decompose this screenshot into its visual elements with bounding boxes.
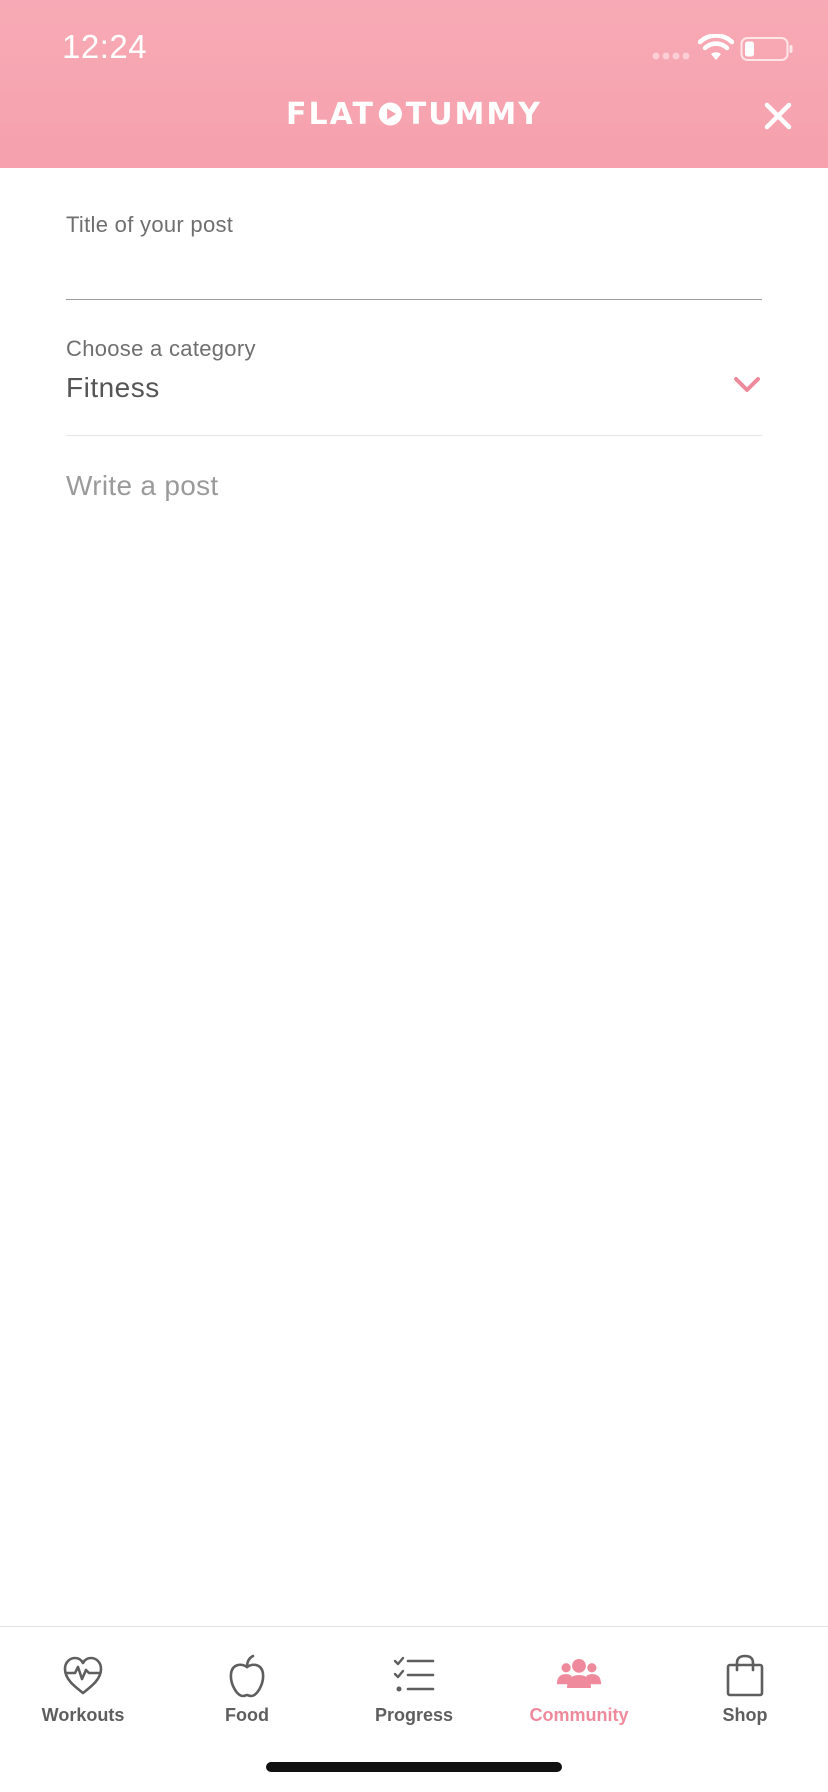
tab-workouts[interactable]: Workouts xyxy=(13,1653,153,1743)
header: 12:24 FLAT TUMMY xyxy=(0,0,828,168)
shopping-bag-icon xyxy=(726,1654,764,1697)
category-label: Choose a category xyxy=(66,336,256,361)
tab-progress[interactable]: Progress xyxy=(344,1653,484,1743)
home-indicator xyxy=(266,1762,562,1772)
heart-pulse-icon xyxy=(63,1656,103,1695)
title-label: Title of your post xyxy=(66,212,234,237)
tab-shop-label: Shop xyxy=(722,1705,768,1725)
tab-workouts-label: Workouts xyxy=(41,1705,125,1725)
close-button[interactable] xyxy=(756,94,800,138)
signal-icon xyxy=(652,52,690,60)
play-icon xyxy=(378,102,402,126)
tab-food[interactable]: Food xyxy=(177,1653,317,1743)
tab-community-label: Community xyxy=(529,1705,629,1725)
battery-icon xyxy=(740,37,793,61)
close-icon xyxy=(764,102,792,130)
logo-text-flat: FLAT xyxy=(286,96,375,132)
tab-community[interactable]: Community xyxy=(509,1653,649,1743)
wifi-icon xyxy=(698,34,734,60)
status-time: 12:24 xyxy=(62,28,148,65)
apple-icon xyxy=(229,1654,265,1698)
tab-progress-label: Progress xyxy=(374,1705,454,1725)
tab-shop[interactable]: Shop xyxy=(675,1653,815,1743)
post-textarea[interactable] xyxy=(66,470,762,1570)
app-logo: FLAT TUMMY xyxy=(286,96,542,132)
category-select[interactable]: Fitness xyxy=(66,366,762,436)
create-post-screen: 12:24 FLAT TUMMY Title of your post Choo… xyxy=(0,0,828,1792)
chevron-down-icon xyxy=(734,377,760,392)
logo-text-tummy: TUMMY xyxy=(405,96,542,132)
checklist-icon xyxy=(393,1656,435,1692)
category-value: Fitness xyxy=(66,372,160,403)
community-icon xyxy=(556,1658,602,1688)
tab-food-label: Food xyxy=(225,1705,269,1725)
title-input[interactable] xyxy=(66,240,762,300)
